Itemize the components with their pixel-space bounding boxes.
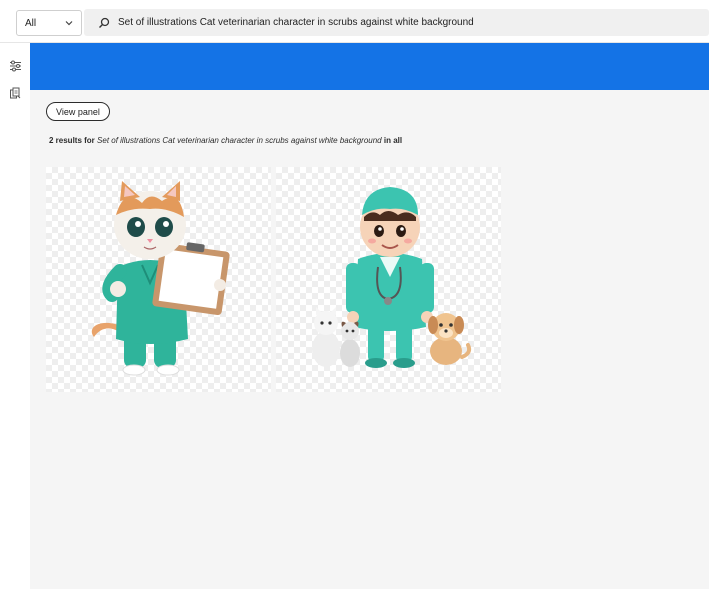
main-content: View panel 2 results for Set of illustra…	[30, 43, 709, 589]
results-summary: 2 results for Set of illustrations Cat v…	[49, 136, 402, 145]
result-card-cat-vet[interactable]	[46, 167, 271, 392]
results-query: Set of illustrations Cat veterinarian ch…	[97, 136, 382, 145]
cat-vet-illustration	[91, 181, 230, 376]
results-count: 2 results for	[49, 136, 95, 145]
library-button[interactable]	[7, 87, 23, 103]
sliders-icon	[9, 59, 22, 77]
app-root: All Set of illustrations Cat veterinaria…	[0, 0, 709, 589]
results-scope: in all	[383, 136, 403, 145]
result-card-boy-vet[interactable]	[276, 167, 501, 392]
filters-button[interactable]	[7, 60, 23, 76]
chevron-down-icon	[65, 18, 73, 28]
left-rail	[0, 43, 30, 589]
search-input[interactable]: Set of illustrations Cat veterinarian ch…	[84, 9, 709, 36]
scope-dropdown-label: All	[25, 17, 37, 29]
library-icon	[9, 86, 21, 104]
blue-banner	[30, 43, 709, 90]
search-icon	[98, 17, 110, 29]
search-query-text: Set of illustrations Cat veterinarian ch…	[118, 17, 474, 28]
boy-vet-illustration	[312, 187, 472, 368]
scope-dropdown[interactable]: All	[16, 10, 82, 36]
view-panel-button[interactable]: View panel	[46, 102, 110, 121]
top-search-bar: All Set of illustrations Cat veterinaria…	[0, 0, 709, 43]
